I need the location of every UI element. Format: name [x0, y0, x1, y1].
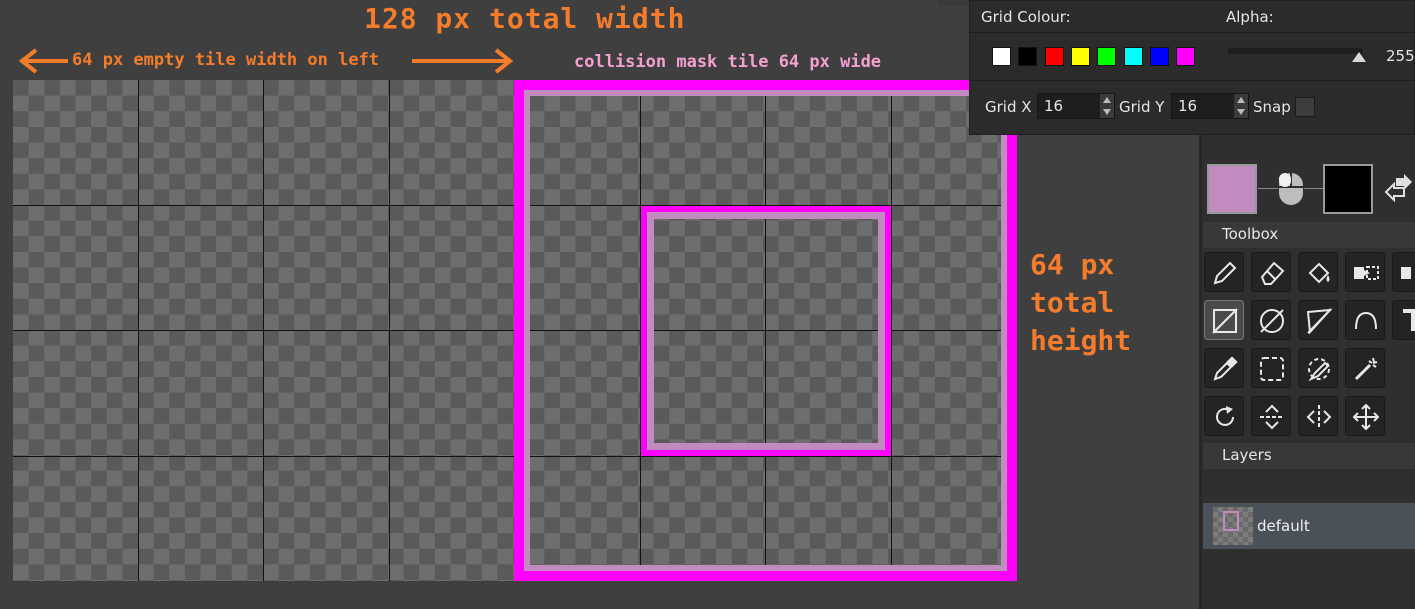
grid-colour-swatch[interactable]: [1070, 47, 1090, 66]
grid-colour-swatch[interactable]: [1123, 47, 1143, 66]
eraser-icon: [1260, 261, 1285, 285]
sprite-canvas[interactable]: [13, 80, 1017, 581]
magic-wand-icon: [1354, 357, 1378, 381]
arc-tool-button[interactable]: [1345, 300, 1385, 340]
toolbox-header: Toolbox: [1203, 222, 1415, 248]
grid-x-value: 16: [1044, 97, 1064, 115]
eyedropper-tool-button[interactable]: [1204, 348, 1244, 388]
grid-x-stepper[interactable]: [1100, 94, 1114, 118]
rect-select-icon: [1260, 357, 1284, 381]
text-icon: [1403, 309, 1415, 331]
divider: [970, 32, 1414, 33]
layers-header: Layers: [1203, 443, 1415, 469]
selection-transfer-button[interactable]: [1345, 252, 1385, 292]
grid-y-spinbox[interactable]: 16: [1171, 93, 1249, 119]
flip-horizontal-tool-button[interactable]: [1298, 396, 1338, 436]
grid-colour-swatch[interactable]: [1018, 47, 1038, 66]
grid-x-label: Grid X: [985, 98, 1032, 116]
grid-colour-swatch[interactable]: [1044, 47, 1064, 66]
grid-colour-swatch[interactable]: [1097, 47, 1117, 66]
rotate-icon: [1216, 406, 1234, 426]
total-height-annotation: 64 px total height: [1030, 248, 1132, 357]
rectangle-tool-button[interactable]: [1204, 300, 1244, 340]
arc-icon: [1355, 311, 1377, 330]
chevron-down-icon[interactable]: [1237, 109, 1245, 115]
move-tool-button[interactable]: [1345, 396, 1385, 436]
swatch-connector: [1304, 188, 1324, 189]
grid-settings-popup: Grid Colour: Alpha: 255 Grid X 16 Grid Y…: [969, 0, 1415, 135]
magic-wand-tool-button[interactable]: [1345, 348, 1385, 388]
grid-y-label: Grid Y: [1119, 98, 1165, 116]
layer-item-default[interactable]: default: [1203, 503, 1415, 549]
line-tool-button[interactable]: [1298, 300, 1338, 340]
snap-label: Snap: [1253, 98, 1291, 116]
selection-transfer-icon: [1354, 266, 1379, 280]
grid-x-spinbox[interactable]: 16: [1037, 93, 1115, 119]
pencil-icon: [1213, 261, 1237, 285]
text-tool-button[interactable]: [1392, 300, 1415, 340]
total-width-annotation: 128 px total width: [364, 2, 686, 35]
move-icon: [1352, 403, 1380, 431]
flip-horizontal-icon: [1306, 405, 1332, 429]
mask-tile-annotation: collision mask tile 64 px wide: [574, 52, 882, 72]
swatch-connector: [1258, 188, 1278, 189]
divider: [970, 80, 1414, 81]
flip-vertical-icon: [1260, 404, 1284, 430]
right-arrow-icon: [412, 48, 514, 74]
left-arrow-icon: [18, 48, 68, 74]
ellipse-tool-button[interactable]: [1251, 300, 1291, 340]
ellipse-icon: [1260, 309, 1284, 333]
grid-colour-label: Grid Colour:: [981, 8, 1071, 26]
fill-tool-button[interactable]: [1298, 252, 1338, 292]
primary-color-swatch[interactable]: [1207, 164, 1257, 214]
layer-thumbnail-mask: [1223, 511, 1239, 531]
grid-colour-swatch[interactable]: [1176, 47, 1196, 66]
lasso-select-icon: [1308, 358, 1330, 382]
chevron-down-icon[interactable]: [1103, 109, 1111, 115]
rectangle-icon: [1212, 308, 1238, 334]
selection-transfer-partial-icon: [1401, 267, 1411, 279]
eyedropper-icon: [1213, 356, 1238, 381]
alpha-slider-handle[interactable]: [1352, 52, 1366, 62]
snap-checkbox[interactable]: [1295, 97, 1315, 117]
pencil-tool-button[interactable]: [1204, 252, 1244, 292]
selection-transfer-partial-button[interactable]: [1392, 252, 1415, 292]
chevron-up-icon[interactable]: [1237, 97, 1245, 103]
secondary-color-swatch[interactable]: [1323, 164, 1373, 214]
layer-name: default: [1257, 517, 1310, 535]
lasso-select-tool-button[interactable]: [1298, 348, 1338, 388]
collision-mask-inner-inner-border: [647, 212, 885, 450]
grid-colour-swatch[interactable]: [992, 47, 1011, 66]
flip-vertical-tool-button[interactable]: [1251, 396, 1291, 436]
grid-y-stepper[interactable]: [1234, 94, 1248, 118]
rect-select-tool-button[interactable]: [1251, 348, 1291, 388]
chevron-up-icon[interactable]: [1103, 97, 1111, 103]
swap-colors-icon[interactable]: [1384, 174, 1414, 202]
alpha-slider[interactable]: [1228, 48, 1363, 54]
grid-y-value: 16: [1178, 97, 1198, 115]
alpha-value: 255: [1386, 47, 1415, 65]
fill-bucket-icon: [1308, 262, 1330, 284]
alpha-label: Alpha:: [1226, 8, 1274, 26]
left-empty-annotation: 64 px empty tile width on left: [72, 50, 380, 70]
mouse-icon: [1279, 173, 1303, 205]
line-icon: [1306, 308, 1333, 335]
rotate-tool-button[interactable]: [1204, 396, 1244, 436]
eraser-tool-button[interactable]: [1251, 252, 1291, 292]
grid-colour-swatch[interactable]: [1149, 47, 1169, 66]
